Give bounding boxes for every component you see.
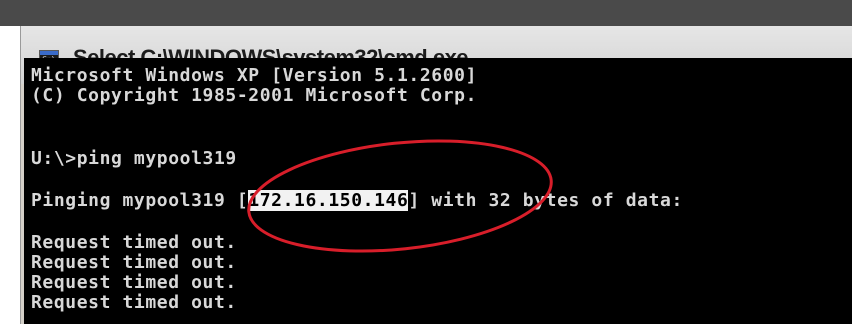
console-line-pinging: Pinging mypool319 [172.16.150.146] with … bbox=[31, 190, 683, 211]
console-line-copyright: (C) Copyright 1985-2001 Microsoft Corp. bbox=[31, 85, 478, 106]
console-output[interactable]: Microsoft Windows XP [Version 5.1.2600] … bbox=[24, 58, 852, 324]
console-line-version: Microsoft Windows XP [Version 5.1.2600] bbox=[31, 65, 478, 86]
console-line-timeout-2: Request timed out. bbox=[31, 252, 237, 273]
console-line-ping-command: U:\>ping mypool319 bbox=[31, 148, 237, 169]
pinging-suffix: ] with 32 bytes of data: bbox=[408, 190, 683, 211]
console-line-timeout-1: Request timed out. bbox=[31, 232, 237, 253]
screen-top-bar bbox=[0, 0, 852, 26]
ip-address-selection[interactable]: 172.16.150.146 bbox=[248, 190, 409, 211]
pinging-prefix: Pinging mypool319 [ bbox=[31, 190, 249, 211]
console-line-timeout-4: Request timed out. bbox=[31, 292, 237, 313]
console-line-timeout-3: Request timed out. bbox=[31, 272, 237, 293]
